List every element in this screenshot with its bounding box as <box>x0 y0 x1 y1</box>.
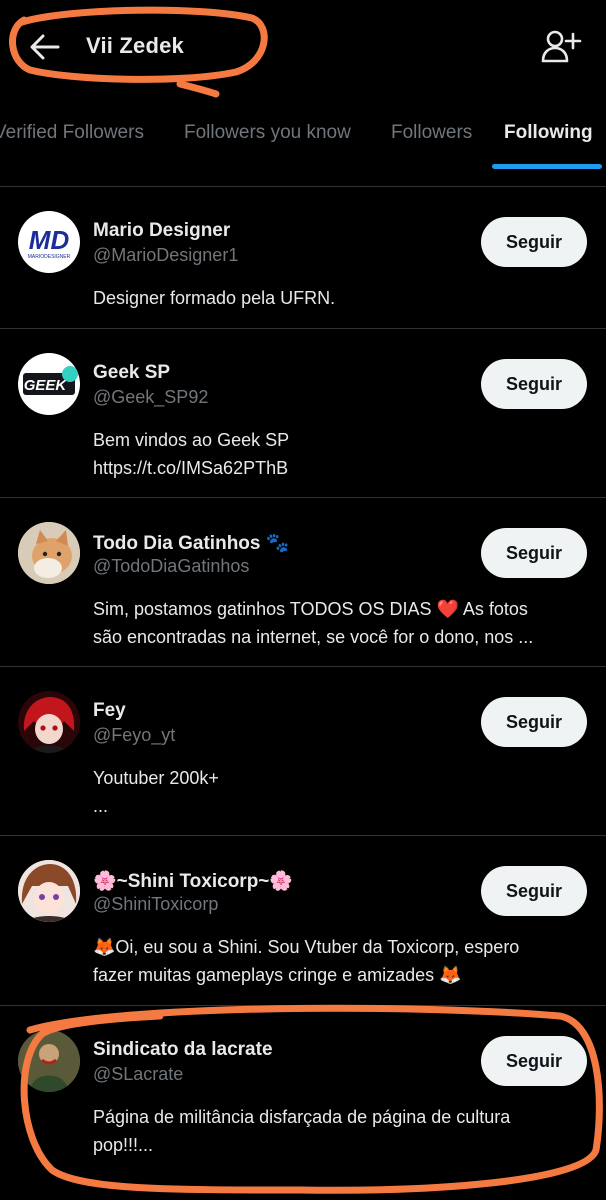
person-add-icon[interactable] <box>540 26 582 68</box>
account-handle[interactable]: @TodoDiaGatinhos <box>93 556 249 577</box>
account-name[interactable]: Sindicato da lacrate <box>93 1039 273 1061</box>
tab-following[interactable]: Following <box>504 122 593 144</box>
tab-followers[interactable]: Followers <box>391 122 472 144</box>
account-bio: Bem vindos ao Geek SP https://t.co/IMSa6… <box>93 430 290 478</box>
list-item[interactable]: 🌸~Shini Toxicorp~🌸 @ShiniToxicorp 🦊Oi, e… <box>0 836 606 1006</box>
account-handle[interactable]: @Feyo_yt <box>93 725 175 746</box>
list-item[interactable]: Todo Dia Gatinhos 🐾 @TodoDiaGatinhos Sim… <box>0 498 606 667</box>
account-bio: Sim, postamos gatinhos TODOS OS DIAS ❤️ … <box>93 599 534 647</box>
avatar <box>18 522 80 584</box>
list-item[interactable]: MD MARIODESIGNER Mario Designer @MarioDe… <box>0 187 606 329</box>
avatar: GEEK <box>18 353 80 415</box>
geek-sp-logo: GEEK <box>23 366 78 395</box>
account-bio: Designer formado pela UFRN. <box>93 288 336 308</box>
follow-button[interactable]: Seguir <box>481 359 587 409</box>
list-item[interactable]: Sindicato da lacrate @SLacrate Página de… <box>0 1006 606 1200</box>
avatar <box>18 1030 80 1092</box>
avatar: MD MARIODESIGNER <box>18 211 80 273</box>
active-tab-indicator <box>492 164 602 169</box>
account-name[interactable]: Geek SP <box>93 362 170 384</box>
cat-photo <box>18 522 80 584</box>
lacrate-avatar <box>18 1030 80 1092</box>
account-bio: 🦊Oi, eu sou a Shini. Sou Vtuber da Toxic… <box>93 937 520 985</box>
top-bar: Vii Zedek <box>0 0 606 95</box>
avatar <box>18 691 80 753</box>
follow-button[interactable]: Seguir <box>481 697 587 747</box>
account-handle[interactable]: @Geek_SP92 <box>93 387 208 408</box>
tab-verified-followers[interactable]: Verified Followers <box>0 122 144 144</box>
avatar <box>18 860 80 922</box>
account-bio: Youtuber 200k+ ... <box>93 768 219 816</box>
account-bio: Página de militância disfarçada de págin… <box>93 1107 511 1155</box>
svg-text:MARIODESIGNER: MARIODESIGNER <box>28 254 71 260</box>
account-handle[interactable]: @SLacrate <box>93 1064 183 1085</box>
list-item[interactable]: GEEK Geek SP @Geek_SP92 Bem vindos ao Ge… <box>0 329 606 498</box>
svg-text:GEEK: GEEK <box>24 377 68 394</box>
follow-button[interactable]: Seguir <box>481 217 587 267</box>
follow-button[interactable]: Seguir <box>481 528 587 578</box>
svg-text:MD: MD <box>29 225 70 255</box>
follow-button[interactable]: Seguir <box>481 866 587 916</box>
page-title: Vii Zedek <box>86 33 184 58</box>
account-name[interactable]: Mario Designer <box>93 220 230 242</box>
account-name[interactable]: Fey <box>93 700 126 722</box>
account-name[interactable]: 🌸~Shini Toxicorp~🌸 <box>93 869 293 893</box>
mario-designer-logo: MD MARIODESIGNER <box>28 225 71 260</box>
follow-button[interactable]: Seguir <box>481 1036 587 1086</box>
arrow-left-icon[interactable] <box>28 30 62 64</box>
list-item[interactable]: Fey @Feyo_yt Youtuber 200k+ ... Seguir <box>0 667 606 836</box>
vtuber-avatar <box>18 860 80 922</box>
anime-avatar <box>18 691 80 753</box>
account-handle[interactable]: @MarioDesigner1 <box>93 245 238 266</box>
tab-bar: Verified Followers Followers you know Fo… <box>0 100 606 170</box>
account-handle[interactable]: @ShiniToxicorp <box>93 894 218 915</box>
account-name[interactable]: Todo Dia Gatinhos 🐾 <box>93 531 289 555</box>
tab-followers-you-know[interactable]: Followers you know <box>184 122 351 144</box>
